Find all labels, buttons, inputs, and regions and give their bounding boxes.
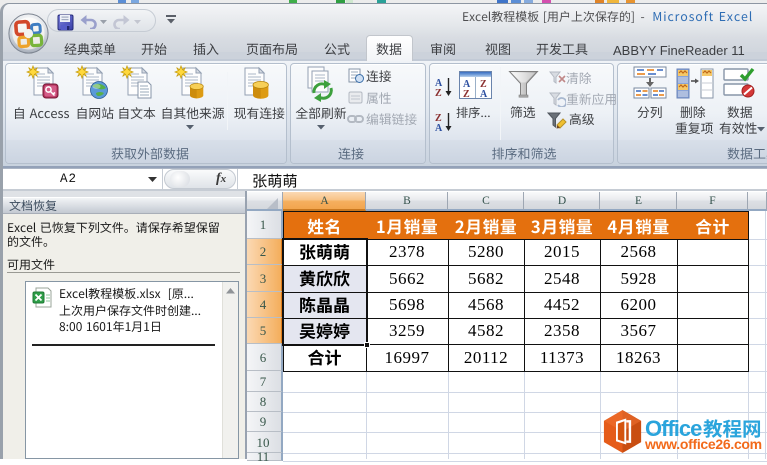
svg-text:Z: Z xyxy=(435,88,442,97)
svg-text:A: A xyxy=(435,123,443,132)
svg-text:Z: Z xyxy=(463,89,470,99)
svg-text:A: A xyxy=(480,89,488,99)
